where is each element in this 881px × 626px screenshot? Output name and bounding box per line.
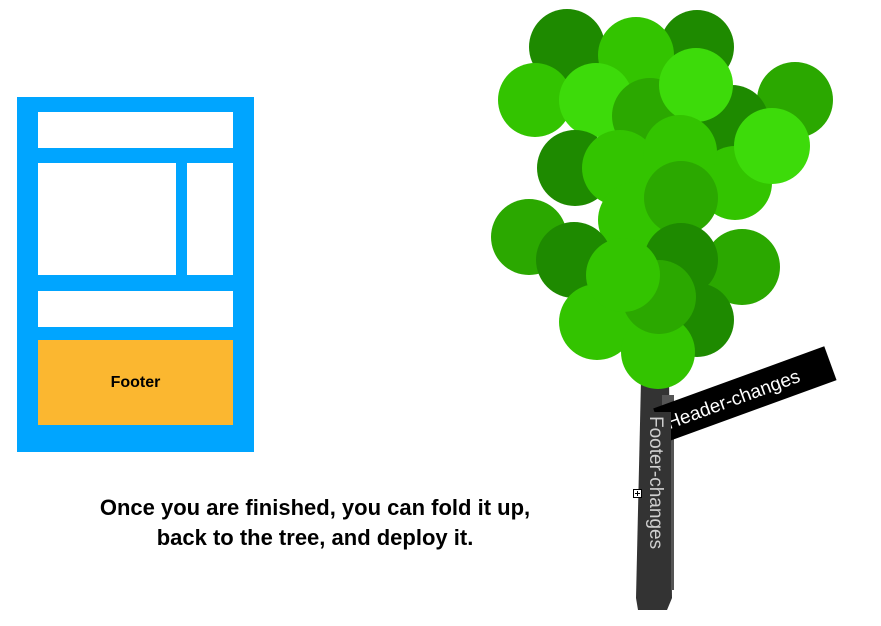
foliage-circle xyxy=(734,108,810,184)
branch-footer-label: Footer-changes xyxy=(645,416,666,549)
tree-foliage xyxy=(491,9,833,389)
crosshair-cursor-icon xyxy=(633,489,642,498)
branch-tree-illustration: Header-changes Footer-changes xyxy=(491,9,837,610)
foliage-circle xyxy=(659,48,733,122)
branch-footer-changes: Footer-changes xyxy=(643,412,671,590)
foliage-circle xyxy=(586,238,660,312)
